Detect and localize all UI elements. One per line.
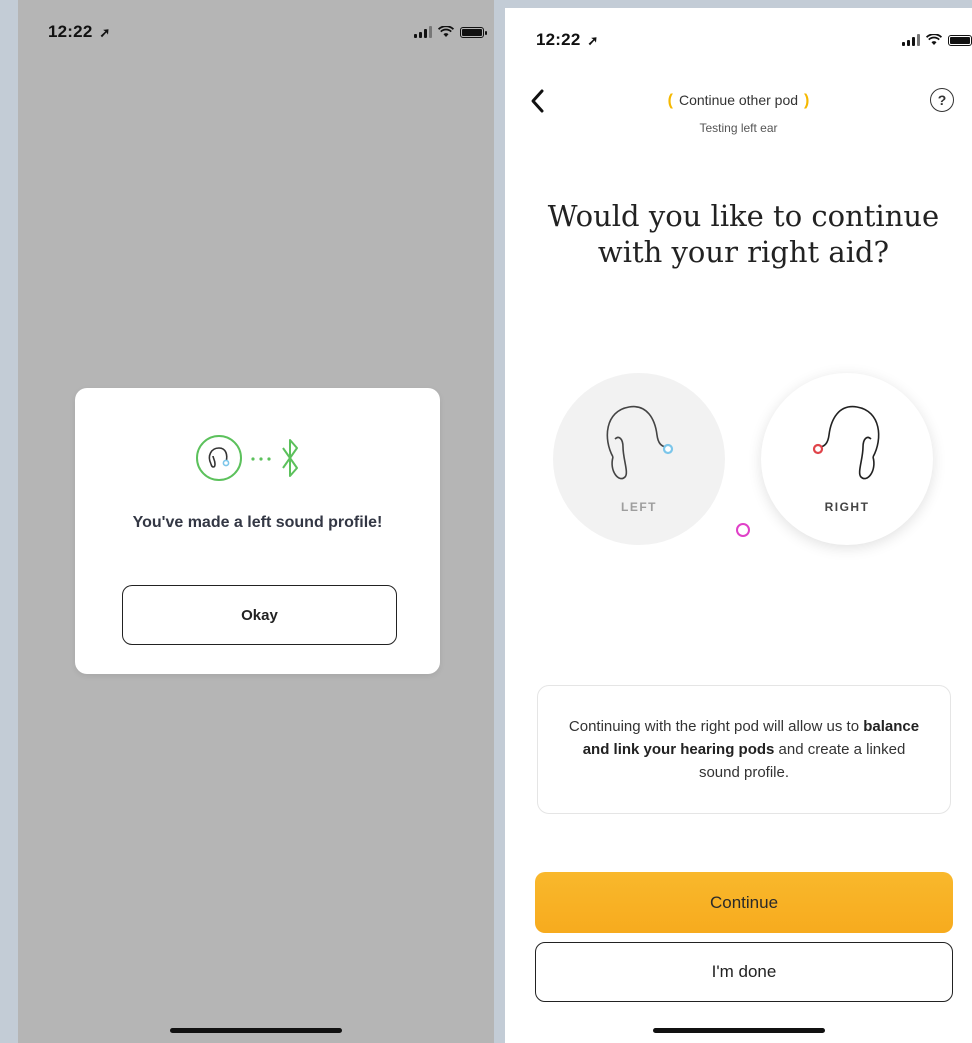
success-modal: You've made a left sound profile! Okay xyxy=(75,388,440,674)
continue-button[interactable]: Continue xyxy=(535,872,953,933)
battery-icon xyxy=(460,26,487,38)
sound-profile-screen: 12:22 ➚ You've made a left sound profile… xyxy=(18,0,494,1043)
right-pod-option[interactable]: RIGHT xyxy=(761,373,933,545)
status-time: 12:22 ➚ xyxy=(536,30,599,49)
home-indicator[interactable] xyxy=(652,1028,825,1033)
info-text: Continuing with the right pod will allow… xyxy=(568,718,920,781)
wifi-icon xyxy=(438,26,454,37)
signal-icon xyxy=(902,34,920,46)
right-bracket-icon: ) xyxy=(804,92,810,109)
question-heading: Would you like to continue with your rig… xyxy=(547,199,940,269)
nav-title: (Continue other pod) xyxy=(667,92,810,109)
signal-icon xyxy=(414,26,432,38)
location-arrow-icon: ➚ xyxy=(587,33,599,48)
left-pod-label: LEFT xyxy=(621,500,657,514)
status-bar: 12:22 ➚ xyxy=(18,0,494,60)
status-icons xyxy=(414,26,487,38)
left-bracket-icon: ( xyxy=(667,92,673,109)
location-arrow-icon: ➚ xyxy=(99,25,111,40)
selection-marker xyxy=(736,523,750,537)
modal-title: You've made a left sound profile! xyxy=(132,514,383,531)
nav-subtitle: Testing left ear xyxy=(699,121,778,135)
left-ear-pod-icon xyxy=(606,405,674,480)
status-bar: 12:22 ➚ xyxy=(505,8,972,68)
status-time: 12:22 ➚ xyxy=(48,22,111,41)
okay-button[interactable]: Okay xyxy=(122,585,397,645)
battery-icon xyxy=(948,34,972,46)
continue-other-pod-screen: 12:22 ➚ (Continue other pod) Testing lef… xyxy=(505,8,972,1043)
home-indicator[interactable] xyxy=(170,1028,342,1033)
done-button[interactable]: I'm done xyxy=(535,942,953,1002)
pod-bluetooth-connected-icon xyxy=(196,435,298,481)
right-pod-label: RIGHT xyxy=(824,500,870,514)
right-ear-pod-icon xyxy=(812,405,880,480)
left-pod-option[interactable]: LEFT xyxy=(553,373,725,545)
info-card: Continuing with the right pod will allow… xyxy=(537,685,951,814)
help-icon[interactable]: ? xyxy=(930,88,954,112)
wifi-icon xyxy=(926,34,942,45)
status-icons xyxy=(902,34,972,46)
